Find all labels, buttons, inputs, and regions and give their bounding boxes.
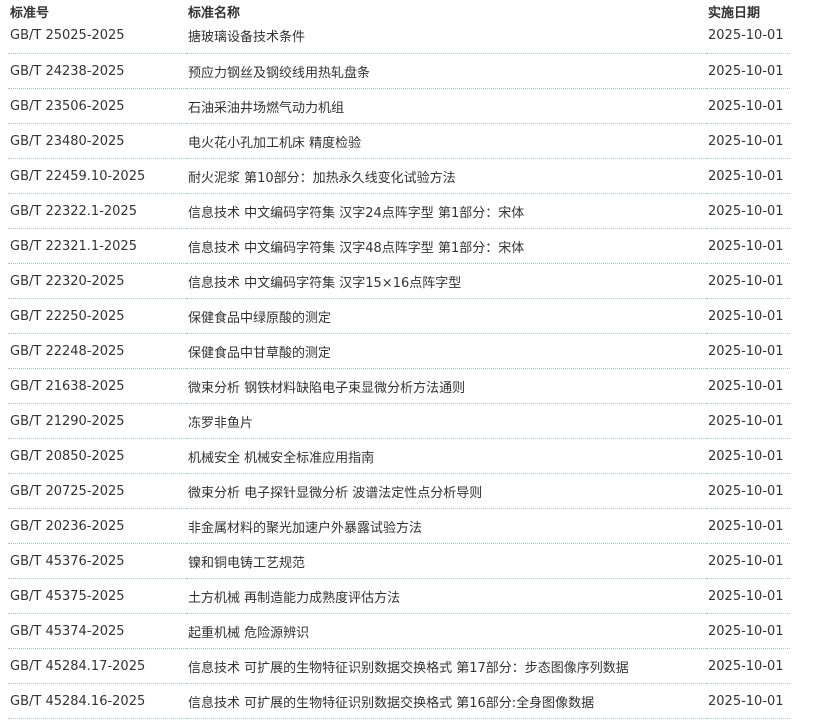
implementation-date: 2025-10-01	[706, 263, 790, 299]
standard-code[interactable]: GB/T 22320-2025	[8, 263, 186, 299]
table-row: GB/T 22459.10-2025 耐火泥浆 第10部分：加热永久线变化试验方法…	[8, 158, 790, 194]
standard-name[interactable]: 耐火泥浆 第10部分：加热永久线变化试验方法	[186, 158, 706, 194]
standard-code[interactable]: GB/T 21638-2025	[8, 368, 186, 404]
table-row: GB/T 45376-2025 镍和铜电铸工艺规范 2025-10-01	[8, 543, 790, 579]
standard-name[interactable]: 信息技术 中文编码字符集 汉字48点阵字型 第1部分：宋体	[186, 228, 706, 264]
standard-name[interactable]: 起重机械 危险源辨识	[186, 613, 706, 649]
implementation-date: 2025-10-01	[706, 333, 790, 369]
standard-name[interactable]: 机械安全 机械安全标准应用指南	[186, 438, 706, 474]
standard-code[interactable]: GB/T 45375-2025	[8, 578, 186, 614]
table-row: GB/T 24238-2025 预应力钢丝及钢绞线用热轧盘条 2025-10-01	[8, 53, 790, 89]
implementation-date: 2025-10-01	[706, 298, 790, 334]
standard-name[interactable]: 保健食品中甘草酸的测定	[186, 333, 706, 369]
standard-name[interactable]: 信息技术 可扩展的生物特征识别数据交换格式 第17部分：步态图像序列数据	[186, 648, 706, 684]
table-row: GB/T 25025-2025 搪玻璃设备技术条件 2025-10-01	[8, 23, 790, 54]
standard-code[interactable]: GB/T 22248-2025	[8, 333, 186, 369]
implementation-date: 2025-10-01	[706, 88, 790, 124]
table-row: GB/T 22322.1-2025 信息技术 中文编码字符集 汉字24点阵字型 第…	[8, 193, 790, 229]
standard-code[interactable]: GB/T 20725-2025	[8, 473, 186, 509]
header-code: 标准号	[10, 6, 50, 21]
standard-code[interactable]: GB/T 20236-2025	[8, 508, 186, 544]
implementation-date: 2025-10-01	[706, 613, 790, 649]
implementation-date: 2025-10-01	[706, 508, 790, 544]
standard-code[interactable]: GB/T 22250-2025	[8, 298, 186, 334]
standard-name[interactable]: 镍和铜电铸工艺规范	[186, 543, 706, 579]
standard-name[interactable]: 信息技术 中文编码字符集 汉字15×16点阵字型	[186, 263, 706, 299]
standard-name[interactable]: 微束分析 钢铁材料缺陷电子束显微分析方法通则	[186, 368, 706, 404]
standard-name[interactable]: 微束分析 电子探针显微分析 波谱法定性点分析导则	[186, 473, 706, 509]
standard-code[interactable]: GB/T 21290-2025	[8, 403, 186, 439]
table-row: GB/T 20236-2025 非金属材料的聚光加速户外暴露试验方法 2025-10…	[8, 508, 790, 544]
header-name: 标准名称	[188, 6, 241, 21]
table-row: GB/T 45284.17-2025 信息技术 可扩展的生物特征识别数据交换格式 …	[8, 648, 790, 684]
table-row: GB/T 45374-2025 起重机械 危险源辨识 2025-10-01	[8, 613, 790, 649]
table-row: GB/T 45375-2025 土方机械 再制造能力成熟度评估方法 2025-10-…	[8, 578, 790, 614]
table-row: GB/T 45284.16-2025 信息技术 可扩展的生物特征识别数据交换格式 …	[8, 683, 790, 719]
standard-name[interactable]: 搪玻璃设备技术条件	[186, 23, 706, 54]
standard-name[interactable]: 保健食品中绿原酸的测定	[186, 298, 706, 334]
table-row: GB/T 20725-2025 微束分析 电子探针显微分析 波谱法定性点分析导则 2…	[8, 473, 790, 509]
standard-name[interactable]: 信息技术 可扩展的生物特征识别数据交换格式 第16部分:全身图像数据	[186, 683, 706, 719]
standard-code[interactable]: GB/T 23480-2025	[8, 123, 186, 159]
standard-code[interactable]: GB/T 45284.17-2025	[8, 648, 186, 684]
implementation-date: 2025-10-01	[706, 368, 790, 404]
standard-name[interactable]: 信息技术 中文编码字符集 汉字24点阵字型 第1部分：宋体	[186, 193, 706, 229]
standard-code[interactable]: GB/T 45374-2025	[8, 613, 186, 649]
implementation-date: 2025-10-01	[706, 438, 790, 474]
table-row: GB/T 21638-2025 微束分析 钢铁材料缺陷电子束显微分析方法通则 202…	[8, 368, 790, 404]
implementation-date: 2025-10-01	[706, 683, 790, 719]
standards-table: 标准号 标准名称 实施日期 GB/T 25025-2025 搪玻璃设备技术条件 20…	[8, 0, 790, 719]
standard-code[interactable]: GB/T 24238-2025	[8, 53, 186, 89]
table-header: 标准号 标准名称 实施日期	[8, 0, 790, 23]
table-row: GB/T 23480-2025 电火花小孔加工机床 精度检验 2025-10-01	[8, 123, 790, 159]
implementation-date: 2025-10-01	[706, 193, 790, 229]
standard-code[interactable]: GB/T 25025-2025	[8, 23, 186, 54]
standard-name[interactable]: 石油采油井场燃气动力机组	[186, 88, 706, 124]
standard-name[interactable]: 电火花小孔加工机床 精度检验	[186, 123, 706, 159]
implementation-date: 2025-10-01	[706, 578, 790, 614]
table-row: GB/T 22250-2025 保健食品中绿原酸的测定 2025-10-01	[8, 298, 790, 334]
implementation-date: 2025-10-01	[706, 473, 790, 509]
standard-code[interactable]: GB/T 22321.1-2025	[8, 228, 186, 264]
standard-code[interactable]: GB/T 45376-2025	[8, 543, 186, 579]
standard-code[interactable]: GB/T 45284.16-2025	[8, 683, 186, 719]
standard-name[interactable]: 土方机械 再制造能力成熟度评估方法	[186, 578, 706, 614]
standard-name[interactable]: 非金属材料的聚光加速户外暴露试验方法	[186, 508, 706, 544]
standard-code[interactable]: GB/T 22322.1-2025	[8, 193, 186, 229]
table-row: GB/T 22321.1-2025 信息技术 中文编码字符集 汉字48点阵字型 第…	[8, 228, 790, 264]
table-row: GB/T 22248-2025 保健食品中甘草酸的测定 2025-10-01	[8, 333, 790, 369]
table-body: GB/T 25025-2025 搪玻璃设备技术条件 2025-10-01 GB/T 2…	[8, 23, 790, 719]
implementation-date: 2025-10-01	[706, 123, 790, 159]
standard-code[interactable]: GB/T 23506-2025	[8, 88, 186, 124]
implementation-date: 2025-10-01	[706, 228, 790, 264]
implementation-date: 2025-10-01	[706, 403, 790, 439]
standard-code[interactable]: GB/T 22459.10-2025	[8, 158, 186, 194]
table-row: GB/T 23506-2025 石油采油井场燃气动力机组 2025-10-01	[8, 88, 790, 124]
implementation-date: 2025-10-01	[706, 23, 790, 54]
standard-name[interactable]: 预应力钢丝及钢绞线用热轧盘条	[186, 53, 706, 89]
implementation-date: 2025-10-01	[706, 648, 790, 684]
standard-name[interactable]: 冻罗非鱼片	[186, 403, 706, 439]
implementation-date: 2025-10-01	[706, 543, 790, 579]
implementation-date: 2025-10-01	[706, 158, 790, 194]
header-date: 实施日期	[708, 6, 761, 21]
table-row: GB/T 21290-2025 冻罗非鱼片 2025-10-01	[8, 403, 790, 439]
table-row: GB/T 20850-2025 机械安全 机械安全标准应用指南 2025-10-01	[8, 438, 790, 474]
table-row: GB/T 22320-2025 信息技术 中文编码字符集 汉字15×16点阵字型 2…	[8, 263, 790, 299]
implementation-date: 2025-10-01	[706, 53, 790, 89]
standard-code[interactable]: GB/T 20850-2025	[8, 438, 186, 474]
header-row: 标准号 标准名称 实施日期	[8, 0, 790, 23]
